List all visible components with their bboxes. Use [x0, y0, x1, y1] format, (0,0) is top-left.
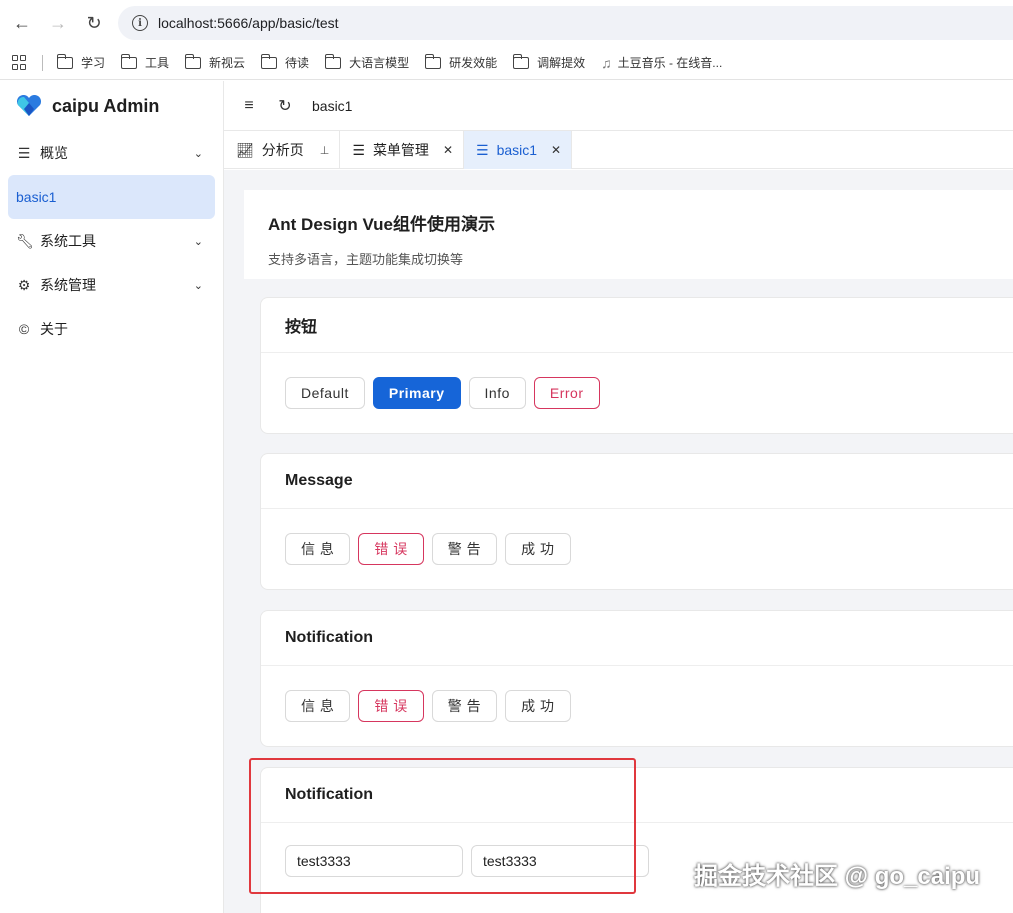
bookmark-label: 调解提效: [537, 56, 586, 70]
text-input[interactable]: test3333: [471, 845, 649, 877]
page-subtitle: 支持多语言，主题功能集成切换等: [268, 252, 464, 267]
menu-icon: ☰: [352, 141, 365, 158]
bookmark-label: 工具: [145, 56, 170, 70]
folder-icon: [56, 53, 73, 69]
bookmark-link[interactable]: ♫ 土豆音乐 - 在线音...: [601, 54, 722, 71]
list-icon: ☰: [17, 144, 31, 161]
tab-analysis[interactable]: 📈︎ 分析页 ⊥: [224, 131, 341, 169]
message-warning-button[interactable]: 警 告: [431, 533, 498, 565]
sidebar-item-label: 概览: [40, 145, 68, 161]
gear-icon: ⚙: [17, 276, 31, 293]
folder-icon: [120, 53, 138, 69]
app-logo[interactable]: caipu Admin: [0, 81, 223, 131]
chevron-down-icon: ⌄: [193, 147, 203, 160]
bookmark-folder[interactable]: 待读: [260, 53, 310, 71]
copyright-icon: ©: [18, 321, 30, 337]
notification-success-button[interactable]: 成 功: [505, 690, 571, 722]
tab-label: basic1: [496, 142, 538, 158]
sidebar-item-label: 系统管理: [40, 277, 96, 293]
wrench-icon: 🔧︎: [16, 232, 34, 249]
folder-icon: [184, 53, 202, 69]
music-note-icon: ♫: [601, 54, 612, 71]
message-card: Message 信 息 错 误 警 告 成 功: [260, 453, 1013, 590]
notification-card: Notification 信 息 错 误 警 告 成 功: [260, 610, 1013, 747]
message-info-button[interactable]: 信 息: [285, 533, 351, 565]
collapse-menu-icon[interactable]: ≡: [240, 97, 258, 115]
folder-icon: [424, 53, 442, 69]
bookmark-folder[interactable]: 大语言模型: [324, 53, 410, 71]
folder-icon: [324, 53, 342, 69]
bookmark-folder[interactable]: 研发效能: [424, 53, 498, 71]
sidebar-item-label: 系统工具: [40, 233, 96, 249]
menu-icon: ☰: [476, 141, 489, 158]
notification-warning-button[interactable]: 警 告: [431, 690, 498, 722]
sidebar: caipu Admin ☰ 概览 ⌄ basic1 🔧︎ 系统工具 ⌄ ⚙ 系统…: [0, 81, 224, 913]
tab-label: 分析页: [261, 142, 304, 158]
refresh-icon[interactable]: ↻: [276, 97, 294, 115]
folder-icon: [260, 53, 278, 69]
bookmark-folder[interactable]: 调解提效: [512, 53, 586, 71]
bookmark-folder[interactable]: 学习: [56, 53, 106, 71]
chevron-down-icon: ⌄: [193, 279, 203, 292]
heart-logo-icon: [16, 95, 42, 116]
back-arrow-icon[interactable]: ←: [4, 5, 40, 41]
text-input[interactable]: test3333: [285, 845, 463, 877]
bookmark-label: 大语言模型: [349, 56, 410, 70]
main-content: Ant Design Vue组件使用演示 支持多语言，主题功能集成切换等 按钮 …: [224, 170, 1013, 913]
chart-icon: 📈︎: [236, 141, 254, 158]
sidebar-item-overview[interactable]: ☰ 概览 ⌄: [0, 131, 223, 175]
notification-input-card: Notification test3333 test3333: [260, 767, 1013, 913]
notification-error-button[interactable]: 错 误: [358, 690, 424, 722]
page-header: Ant Design Vue组件使用演示 支持多语言，主题功能集成切换等: [244, 190, 1013, 279]
tab-bar: 📈︎ 分析页 ⊥ ☰ 菜单管理 ✕ ☰ basic1 ✕: [224, 131, 1013, 169]
notification-info-button[interactable]: 信 息: [285, 690, 351, 722]
card-title: 按钮: [261, 298, 1013, 353]
bookmark-folder[interactable]: 工具: [120, 53, 170, 71]
close-icon[interactable]: ✕: [443, 143, 453, 157]
sidebar-item-label: basic1: [16, 189, 57, 205]
bookmark-label: 学习: [81, 56, 106, 70]
tab-menu-management[interactable]: ☰ 菜单管理 ✕: [340, 131, 464, 169]
info-button[interactable]: Info: [468, 377, 526, 409]
sidebar-item-about[interactable]: © 关于: [0, 307, 223, 351]
bookmarks-bar: 学习 工具 新视云 待读 大语言模型 研发效能 调解提效 ♫ 土豆音乐 - 在线音…: [0, 46, 1013, 80]
apps-grid-icon[interactable]: [12, 54, 28, 71]
page-title: Ant Design Vue组件使用演示: [268, 215, 495, 234]
breadcrumb: basic1: [312, 97, 353, 114]
bookmark-folder[interactable]: 新视云: [184, 53, 246, 71]
folder-icon: [512, 53, 530, 69]
error-button[interactable]: Error: [533, 377, 600, 409]
bookmark-label: 新视云: [209, 56, 246, 70]
bookmark-separator: [42, 54, 43, 71]
site-info-icon[interactable]: i: [132, 15, 148, 31]
tab-label: 菜单管理: [372, 142, 429, 158]
pin-icon[interactable]: ⊥: [320, 144, 330, 157]
message-success-button[interactable]: 成 功: [505, 533, 571, 565]
app-name: caipu Admin: [52, 95, 160, 116]
close-icon[interactable]: ✕: [551, 143, 561, 157]
forward-arrow-icon[interactable]: →: [40, 5, 76, 41]
buttons-card: 按钮 Default Primary Info Error: [260, 297, 1013, 434]
watermark: 掘金技术社区 @ go_caipu: [694, 863, 981, 890]
tab-basic1[interactable]: ☰ basic1 ✕: [464, 131, 573, 169]
card-title: Notification: [261, 768, 1013, 823]
sidebar-item-basic1[interactable]: basic1: [8, 175, 215, 219]
sidebar-item-system-tools[interactable]: 🔧︎ 系统工具 ⌄: [0, 219, 223, 263]
header-bar: ≡ ↻ basic1: [224, 81, 1013, 131]
bookmark-label: 待读: [285, 56, 310, 70]
sidebar-item-label: 关于: [40, 321, 68, 337]
url-text: localhost:5666/app/basic/test: [158, 15, 339, 31]
chevron-down-icon: ⌄: [193, 235, 203, 248]
card-title: Notification: [261, 611, 1013, 666]
address-bar[interactable]: i localhost:5666/app/basic/test: [118, 6, 1013, 40]
message-error-button[interactable]: 错 误: [358, 533, 424, 565]
bookmark-label: 研发效能: [449, 56, 498, 70]
reload-icon[interactable]: ↻: [76, 5, 112, 41]
default-button[interactable]: Default: [285, 377, 365, 409]
primary-button[interactable]: Primary: [372, 377, 461, 409]
card-title: Message: [261, 454, 1013, 509]
bookmark-label: 土豆音乐 - 在线音...: [617, 56, 723, 70]
browser-toolbar: ← → ↻ i localhost:5666/app/basic/test: [0, 0, 1013, 46]
sidebar-item-system-management[interactable]: ⚙ 系统管理 ⌄: [0, 263, 223, 307]
